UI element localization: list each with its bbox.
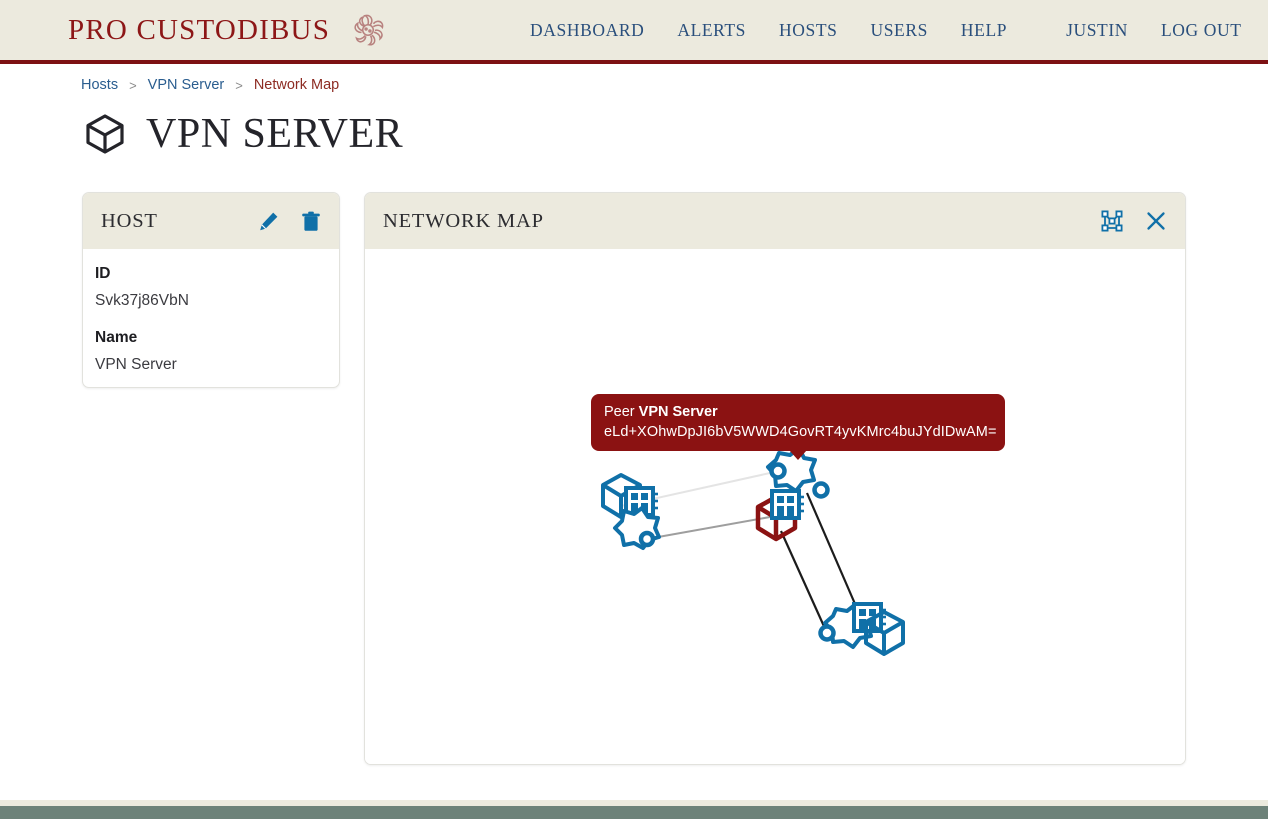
page-title-text: VPN SERVER: [146, 111, 404, 157]
graph-edge-gray: [646, 516, 771, 540]
top-navigation-bar: PRO CUSTODIBUS DASHBOARD ALERTS HOSTS US…: [0, 0, 1268, 64]
breadcrumb-item-hosts[interactable]: Hosts: [81, 77, 118, 93]
host-card-actions: [258, 211, 321, 232]
page-title: VPN SERVER: [82, 110, 403, 158]
nav-hosts[interactable]: HOSTS: [779, 20, 837, 41]
pencil-icon[interactable]: [258, 211, 279, 232]
breadcrumb: Hosts > VPN Server > Network Map: [81, 77, 339, 93]
app-root: PRO CUSTODIBUS DASHBOARD ALERTS HOSTS US…: [0, 0, 1268, 819]
main-nav: DASHBOARD ALERTS HOSTS USERS HELP JUSTIN…: [530, 20, 1242, 41]
peer-tooltip-title: Peer VPN Server: [604, 404, 992, 420]
nav-alerts[interactable]: ALERTS: [677, 20, 746, 41]
nav-help[interactable]: HELP: [961, 20, 1007, 41]
breadcrumb-item-vpn-server[interactable]: VPN Server: [148, 77, 225, 93]
network-map-canvas[interactable]: Peer VPN Server eLd+XOhwDpJI6bV5WWD4GovR…: [365, 249, 1185, 764]
host-card-title: HOST: [101, 209, 158, 232]
brand-logo[interactable]: PRO CUSTODIBUS: [68, 7, 392, 53]
network-map-card-header: NETWORK MAP: [365, 193, 1185, 249]
network-map-card-actions: [1101, 210, 1167, 232]
cube-icon: [86, 114, 124, 154]
graph-node-interface-mid[interactable]: [770, 489, 804, 520]
peer-tooltip: Peer VPN Server eLd+XOhwDpJI6bV5WWD4GovR…: [591, 394, 1005, 460]
network-map-card-title: NETWORK MAP: [383, 209, 544, 232]
host-field-value-name: VPN Server: [95, 356, 177, 373]
host-field-label-id: ID: [95, 265, 111, 282]
breadcrumb-separator: >: [129, 77, 137, 93]
host-card-body: ID Svk37j86VbN Name VPN Server: [83, 249, 339, 374]
network-graph: [601, 446, 905, 656]
footer-band: [0, 806, 1268, 819]
nav-account[interactable]: JUSTIN: [1066, 20, 1128, 41]
nav-users[interactable]: USERS: [870, 20, 927, 41]
host-card: HOST ID Svk37j86VbN Name VPN Server: [82, 192, 340, 388]
peer-tooltip-name: VPN Server: [638, 404, 718, 420]
host-card-header: HOST: [83, 193, 339, 249]
host-field-value-id: Svk37j86VbN: [95, 292, 189, 309]
trash-icon[interactable]: [301, 211, 321, 232]
nav-logout[interactable]: LOG OUT: [1161, 20, 1242, 41]
medusa-emblem-icon: [354, 14, 384, 46]
network-map-card: NETWORK MAP Peer VPN Server eLd+XOhwDpJI…: [364, 192, 1186, 765]
network-graph-icon[interactable]: [1101, 210, 1123, 232]
peer-tooltip-pointer: [789, 450, 807, 460]
nav-dashboard[interactable]: DASHBOARD: [530, 20, 644, 41]
breadcrumb-separator: >: [235, 77, 243, 93]
graph-edge-dark: [779, 530, 829, 634]
host-field-label-name: Name: [95, 329, 138, 346]
breadcrumb-item-network-map: Network Map: [253, 77, 340, 93]
close-icon[interactable]: [1145, 210, 1167, 232]
peer-tooltip-public-key: eLd+XOhwDpJI6bV5WWD4GovRT4yvKMrc4buJYdID…: [604, 424, 997, 440]
peer-tooltip-kind: Peer: [604, 404, 635, 420]
brand-name: PRO CUSTODIBUS: [68, 13, 331, 46]
